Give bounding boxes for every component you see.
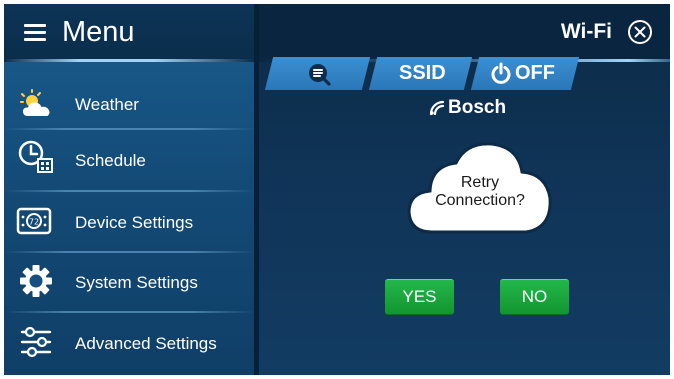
gear-icon	[20, 265, 52, 297]
divider	[4, 190, 254, 192]
thermostat-screen: Menu Weather Schedule 72 Device Settings…	[4, 4, 670, 375]
tab-power[interactable]: OFF	[470, 57, 580, 90]
tab-search[interactable]	[264, 57, 371, 90]
main-header: Wi-Fi	[259, 4, 670, 62]
tab-power-label: OFF	[515, 62, 555, 84]
divider	[4, 251, 254, 253]
retry-dialog: Retry Connection?	[404, 136, 556, 238]
weather-icon	[20, 89, 50, 116]
divider	[4, 311, 254, 313]
sidebar-item-advanced-settings[interactable]: Advanced Settings	[4, 315, 254, 373]
menu-header[interactable]: Menu	[4, 4, 254, 62]
schedule-icon	[18, 140, 53, 173]
sidebar-item-label: Device Settings	[75, 213, 194, 232]
header-glow-line	[4, 59, 254, 62]
retry-message: Retry Connection?	[404, 174, 556, 210]
sidebar-item-label: System Settings	[75, 273, 198, 292]
close-icon[interactable]	[627, 19, 653, 45]
sidebar-menu: Menu Weather Schedule 72 Device Settings…	[4, 4, 254, 375]
network-name: Bosch	[448, 97, 507, 118]
retry-line-2: Connection?	[435, 192, 525, 209]
sidebar-item-schedule[interactable]: Schedule	[4, 132, 254, 190]
sidebar-item-device-settings[interactable]: 72 Device Settings	[4, 194, 254, 252]
retry-line-1: Retry	[460, 174, 500, 191]
sidebar-item-weather[interactable]: Weather	[4, 76, 254, 134]
page-title: Wi-Fi	[560, 20, 612, 43]
sidebar-item-label: Weather	[75, 95, 139, 114]
tab-ssid-label: SSID	[399, 62, 446, 84]
power-icon	[491, 62, 511, 84]
tab-ssid[interactable]: SSID	[368, 57, 473, 90]
wifi-panel: Wi-Fi SSID OFF Bosch Retry Connection? Y…	[259, 4, 670, 375]
sidebar-item-label: Advanced Settings	[75, 334, 217, 353]
menu-title: Menu	[62, 16, 135, 48]
yes-button[interactable]: YES	[385, 279, 454, 315]
device-settings-icon: 72	[16, 207, 52, 235]
no-button[interactable]: NO	[500, 279, 569, 315]
network-row: Bosch	[259, 94, 670, 122]
sliders-icon	[20, 326, 52, 358]
divider	[4, 128, 254, 130]
search-icon	[309, 64, 331, 86]
svg-text:72: 72	[29, 218, 39, 227]
hamburger-icon[interactable]	[24, 24, 46, 42]
sidebar-item-label: Schedule	[75, 151, 146, 170]
sidebar-item-system-settings[interactable]: System Settings	[4, 254, 254, 312]
wifi-signal-icon	[429, 100, 445, 116]
